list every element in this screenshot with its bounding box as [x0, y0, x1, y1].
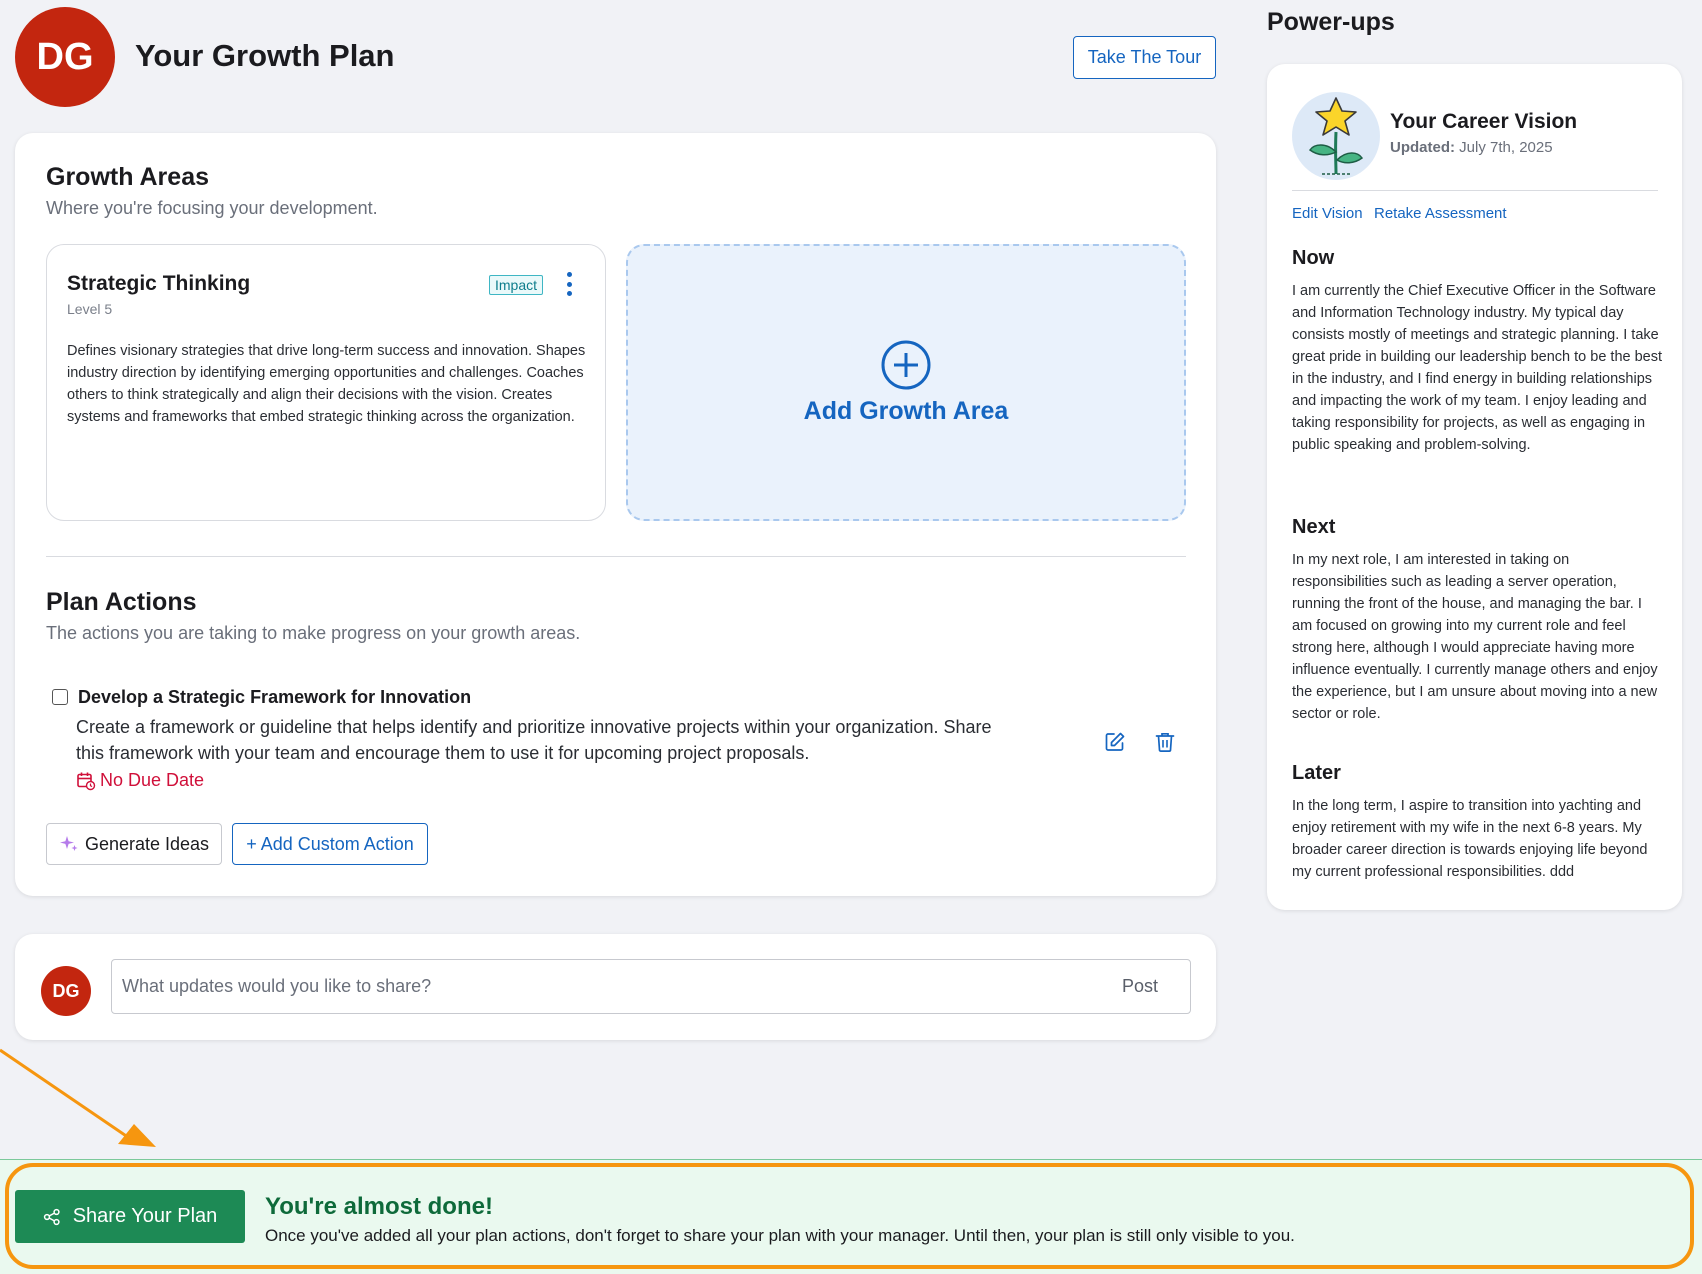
- update-input[interactable]: [111, 959, 1191, 1014]
- vision-now-text: I am currently the Chief Executive Offic…: [1292, 283, 1663, 453]
- vision-next-text: In my next role, I am interested in taki…: [1292, 552, 1658, 722]
- user-avatar-small: DG: [41, 966, 91, 1016]
- due-date-label: No Due Date: [100, 770, 205, 790]
- career-vision-updated: Updated: July 7th, 2025: [1390, 139, 1553, 156]
- share-icon: [43, 1208, 60, 1225]
- delete-action-button[interactable]: [1152, 729, 1178, 755]
- banner-text: Once you've added all your plan actions,…: [265, 1226, 1295, 1245]
- plus-circle-icon: [881, 340, 931, 390]
- retake-assessment-link[interactable]: Retake Assessment: [1374, 205, 1507, 222]
- plan-actions-title: Plan Actions: [46, 588, 197, 616]
- growth-areas-title: Growth Areas: [46, 163, 210, 191]
- growth-area-description: Defines visionary strategies that drive …: [67, 343, 586, 425]
- trash-icon: [1155, 732, 1175, 752]
- powerups-heading: Power-ups: [1267, 8, 1395, 36]
- edit-vision-link[interactable]: Edit Vision: [1292, 205, 1363, 222]
- add-custom-action-button[interactable]: + Add Custom Action: [232, 823, 428, 865]
- impact-badge: Impact: [489, 275, 544, 295]
- vision-later-text: In the long term, I aspire to transition…: [1292, 798, 1648, 880]
- action-title: Develop a Strategic Framework for Innova…: [78, 687, 472, 707]
- due-date[interactable]: No Due Date: [76, 770, 204, 791]
- more-options-icon[interactable]: [562, 272, 576, 296]
- section-divider: [46, 556, 1186, 557]
- page-title: Your Growth Plan: [135, 38, 395, 73]
- growth-area-level: Level 5: [67, 301, 113, 317]
- growth-area-name: Strategic Thinking: [67, 272, 251, 295]
- plan-actions-subtitle: The actions you are taking to make progr…: [46, 623, 581, 643]
- share-plan-label: Share Your Plan: [72, 1205, 218, 1227]
- vision-divider: [1292, 190, 1658, 191]
- annotation-arrow: [0, 1048, 156, 1147]
- growth-plan-card: Growth Areas Where you're focusing your …: [15, 133, 1216, 896]
- post-update-card: DG Post: [15, 934, 1216, 1040]
- post-button[interactable]: Post: [1122, 976, 1158, 997]
- growth-area-card: Strategic Thinking Level 5 Impact Define…: [46, 244, 606, 521]
- action-checkbox[interactable]: [52, 689, 68, 705]
- career-vision-card: Your Career Vision Updated: July 7th, 20…: [1267, 64, 1682, 910]
- vision-next-title: Next: [1292, 516, 1336, 538]
- career-vision-illustration: [1292, 92, 1380, 180]
- share-plan-button[interactable]: Share Your Plan: [15, 1190, 245, 1243]
- generate-ideas-label: Generate Ideas: [84, 833, 210, 854]
- edit-icon: [1105, 732, 1125, 751]
- share-plan-banner: [0, 1159, 1702, 1274]
- edit-action-button[interactable]: [1102, 729, 1128, 755]
- user-avatar[interactable]: DG: [15, 7, 115, 107]
- add-growth-area-button[interactable]: Add Growth Area: [626, 244, 1186, 521]
- generate-ideas-button[interactable]: Generate Ideas: [46, 823, 222, 865]
- action-description: Create a framework or guideline that hel…: [76, 717, 992, 763]
- vision-later-title: Later: [1292, 762, 1341, 784]
- calendar-clock-icon: [77, 772, 96, 790]
- growth-areas-subtitle: Where you're focusing your development.: [46, 198, 378, 218]
- take-tour-button[interactable]: Take The Tour: [1073, 36, 1216, 79]
- add-growth-area-label: Add Growth Area: [803, 397, 1009, 425]
- sparkle-icon: [59, 836, 78, 851]
- career-vision-title: Your Career Vision: [1390, 110, 1578, 133]
- vision-now-title: Now: [1292, 247, 1335, 269]
- banner-title: You're almost done!: [265, 1193, 493, 1220]
